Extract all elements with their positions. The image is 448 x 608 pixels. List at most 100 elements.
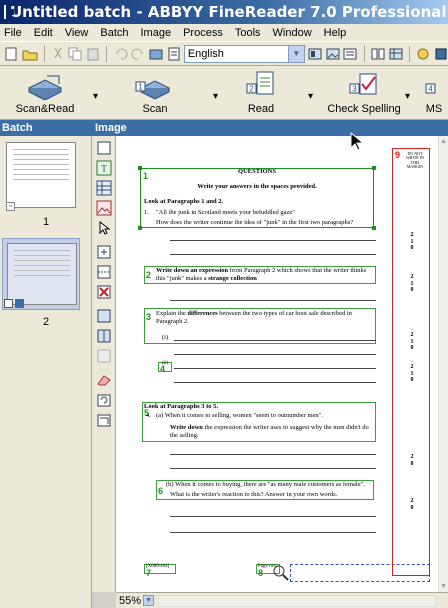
- page-status-icon: [4, 299, 13, 308]
- new-icon[interactable]: [4, 46, 19, 62]
- page-label-1: 1: [42, 216, 50, 228]
- rotate-icon[interactable]: [96, 392, 112, 408]
- ms-label: MS: [425, 103, 443, 115]
- window-title: Untitled batch - ABBYY FineReader 7.0 Pr…: [10, 3, 448, 21]
- open-icon[interactable]: [22, 46, 38, 62]
- wizard-icon[interactable]: [416, 46, 431, 62]
- mark-q4b: 20: [410, 498, 414, 511]
- questions-heading: QUESTIONS: [238, 168, 276, 175]
- mark-q4a: 20: [410, 454, 414, 467]
- image-statusbar: 55% ▼: [116, 592, 448, 608]
- svg-text:T: T: [101, 164, 107, 175]
- menu-batch[interactable]: Batch: [99, 27, 129, 39]
- page-thumbnail-1[interactable]: [6, 142, 76, 208]
- select-area-icon[interactable]: [96, 140, 112, 156]
- menu-window[interactable]: Window: [272, 27, 313, 39]
- save-to-ms-button[interactable]: 4 MS: [420, 68, 448, 118]
- scanner-icon: [27, 75, 63, 100]
- paper-code: [X060/404]: [146, 564, 170, 569]
- mark-q2: 210: [410, 274, 414, 294]
- cut-area-icon[interactable]: [96, 264, 112, 280]
- block-number: 3: [146, 312, 152, 322]
- question-number: 4.: [146, 412, 151, 419]
- image-view-icon[interactable]: [325, 46, 340, 62]
- two-page-icon[interactable]: [371, 46, 386, 62]
- scroll-down-icon[interactable]: ▼: [440, 583, 447, 590]
- horizontal-scrollbar[interactable]: [158, 594, 436, 607]
- scan-dropdown-icon[interactable]: ▾: [213, 91, 218, 102]
- title-bar[interactable]: Untitled batch - ABBYY FineReader 7.0 Pr…: [0, 0, 448, 24]
- area-properties-icon[interactable]: [96, 348, 112, 364]
- spelling-dropdown-icon[interactable]: ▾: [405, 91, 410, 102]
- menu-process[interactable]: Process: [182, 27, 224, 39]
- table-icon[interactable]: [388, 46, 403, 62]
- svg-text:1: 1: [138, 83, 143, 92]
- read-small-icon[interactable]: [166, 46, 181, 62]
- table-area-icon[interactable]: [96, 180, 112, 196]
- question-4a-instruction: Write down the expression the writer use…: [170, 424, 369, 440]
- chevron-down-icon[interactable]: ▼: [287, 45, 304, 62]
- app-icon[interactable]: [4, 5, 14, 19]
- vertical-scrollbar[interactable]: ▲ ▼: [438, 136, 448, 592]
- export-icon: 4: [425, 83, 436, 94]
- mark-q3ii: 210: [410, 364, 414, 384]
- scanread-dropdown-icon[interactable]: ▾: [93, 91, 98, 102]
- block-number: 6: [158, 486, 164, 496]
- split-area-icon[interactable]: [96, 328, 112, 344]
- menu-view[interactable]: View: [64, 27, 90, 39]
- page-thumbnail-2-selected[interactable]: [2, 238, 80, 310]
- pointer-icon[interactable]: [96, 220, 112, 236]
- menu-bar: File Edit View Batch Image Process Tools…: [0, 24, 448, 41]
- question-4b-text: (b) When it comes to buying, there are "…: [166, 481, 365, 488]
- question-4b-instruction: What is the writer's reaction to this? A…: [170, 491, 338, 498]
- mark-q3i: 210: [410, 332, 414, 352]
- text-view-icon[interactable]: [343, 46, 358, 62]
- picture-area-icon[interactable]: [96, 200, 112, 216]
- image-tools: T: [92, 136, 116, 592]
- instruction-text: Write your answers in the spaces provide…: [197, 183, 317, 190]
- item-i: (i): [162, 334, 169, 341]
- eraser-icon[interactable]: [96, 372, 112, 388]
- check-spelling-button[interactable]: 3 Check Spelling: [323, 68, 405, 118]
- crop-icon[interactable]: [96, 412, 112, 428]
- scan-and-read-button[interactable]: Scan&Read: [14, 68, 76, 118]
- saved-disk-icon: [15, 299, 24, 308]
- read-dropdown-icon[interactable]: ▾: [308, 91, 313, 102]
- question-number: 1.: [144, 209, 149, 216]
- menu-help[interactable]: Help: [323, 27, 348, 39]
- image-canvas[interactable]: 1 QUESTIONS Write your answers in the sp…: [116, 136, 438, 592]
- read-label: Read: [247, 103, 275, 115]
- help-book-icon[interactable]: [433, 46, 448, 62]
- add-area-icon[interactable]: [96, 244, 112, 260]
- undo-icon[interactable]: [113, 46, 128, 62]
- resize-handle[interactable]: [138, 226, 142, 230]
- menu-file[interactable]: File: [3, 27, 23, 39]
- cut-icon[interactable]: [51, 46, 66, 62]
- menu-tools[interactable]: Tools: [234, 27, 262, 39]
- delete-area-icon[interactable]: [96, 284, 112, 300]
- scan-small-icon[interactable]: [149, 46, 164, 62]
- scan-button[interactable]: 1 Scan: [126, 68, 184, 118]
- menu-image[interactable]: Image: [140, 27, 173, 39]
- mouse-cursor-icon: [350, 132, 364, 151]
- batch-pane-header: Batch: [0, 120, 92, 136]
- order-areas-icon[interactable]: [96, 308, 112, 324]
- menu-edit[interactable]: Edit: [33, 27, 54, 39]
- language-select[interactable]: English ▼: [183, 44, 305, 63]
- chevron-down-icon[interactable]: ▼: [143, 595, 155, 606]
- text-area-icon[interactable]: T: [96, 160, 112, 176]
- image-pane-header: Image: [92, 120, 448, 136]
- read-button[interactable]: 2 Read: [236, 68, 286, 118]
- standard-toolbar: English ▼: [0, 41, 448, 66]
- zoom-control[interactable]: 55% ▼: [119, 594, 155, 607]
- batch-pane[interactable]: ▫ 1 2: [0, 136, 92, 608]
- layout-icon[interactable]: [308, 46, 323, 62]
- section-heading: Look at Paragraphs 3 to 5.: [144, 403, 219, 410]
- paste-icon[interactable]: [86, 46, 101, 62]
- redo-icon[interactable]: [131, 46, 146, 62]
- section-heading: Look at Paragraphs 1 and 2.: [144, 198, 224, 205]
- scroll-up-icon[interactable]: ▲: [440, 138, 447, 145]
- picture-block-9[interactable]: [392, 148, 430, 576]
- language-value: English: [187, 47, 224, 60]
- copy-icon[interactable]: [68, 46, 83, 62]
